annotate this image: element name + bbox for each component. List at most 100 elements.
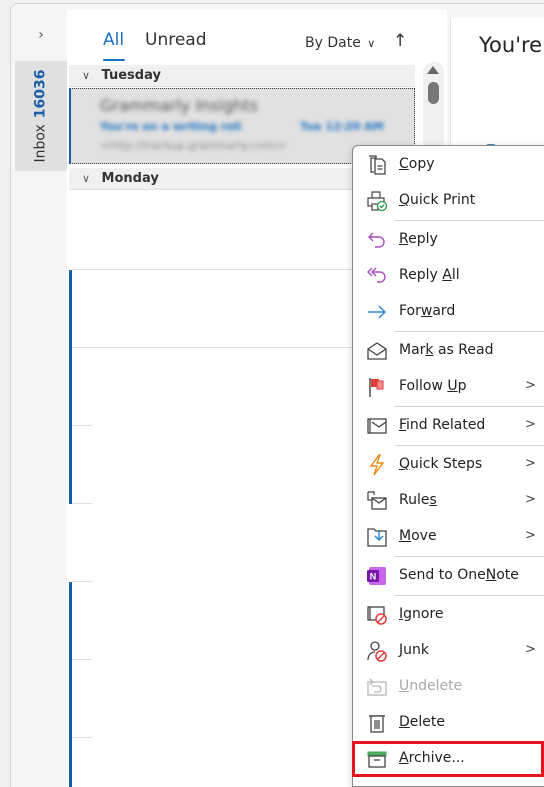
menu-item-send-to-onenote[interactable]: N Send to OneNote xyxy=(353,558,544,592)
flag-icon xyxy=(366,376,388,398)
row-divider xyxy=(72,347,359,348)
list-item[interactable] xyxy=(69,503,359,582)
list-item[interactable] xyxy=(69,581,359,660)
list-item[interactable] xyxy=(69,347,359,426)
scrollbar-thumb[interactable] xyxy=(428,82,439,104)
menu-separator xyxy=(395,595,544,596)
outlook-window: › Inbox 16036 All Unread By Date ∨ ↑ ∨ Tu… xyxy=(0,0,544,787)
menu-item-follow-up[interactable]: Follow Up > xyxy=(353,369,544,403)
menu-separator xyxy=(395,220,544,221)
menu-item-reply[interactable]: Reply xyxy=(353,222,544,256)
menu-item-label: Follow Up xyxy=(399,378,467,394)
menu-item-undelete: Undelete xyxy=(353,669,544,703)
submenu-chevron-icon: > xyxy=(525,417,536,432)
undelete-icon xyxy=(366,676,388,698)
chevron-down-icon: ∨ xyxy=(367,37,376,50)
menu-item-label: Reply All xyxy=(399,267,460,283)
group-header-tuesday[interactable]: ∨ Tuesday xyxy=(69,65,415,87)
expand-folder-pane-button[interactable]: › xyxy=(30,26,52,44)
menu-separator xyxy=(395,406,544,407)
list-item[interactable] xyxy=(69,659,359,738)
menu-item-archive[interactable]: Archive... xyxy=(353,741,544,775)
menu-item-reply-all[interactable]: Reply All xyxy=(353,258,544,292)
sort-direction-button[interactable]: ↑ xyxy=(393,31,407,51)
ignore-icon xyxy=(366,604,388,626)
sort-by-label: By Date xyxy=(305,35,361,51)
unread-indicator xyxy=(69,426,72,504)
menu-item-label: Mark as Read xyxy=(399,342,494,358)
row-divider xyxy=(72,503,92,504)
menu-separator xyxy=(395,331,544,332)
menu-item-label: Send to OneNote xyxy=(399,567,519,583)
chevron-down-icon: ∨ xyxy=(81,172,91,185)
submenu-chevron-icon: > xyxy=(525,378,536,393)
menu-item-move[interactable]: Move > xyxy=(353,519,544,553)
unread-indicator xyxy=(69,738,72,787)
menu-item-label: Junk xyxy=(399,642,429,658)
menu-item-label: Delete xyxy=(399,714,445,730)
active-tab-indicator xyxy=(103,59,125,61)
menu-item-label: Ignore xyxy=(399,606,444,622)
message-subject: You're on a writing roll xyxy=(100,120,242,133)
delete-icon xyxy=(366,712,388,734)
tab-all[interactable]: All xyxy=(103,30,124,50)
submenu-chevron-icon: > xyxy=(525,642,536,657)
message-preview: <http://trackup.grammarly.com/> xyxy=(100,139,287,152)
list-item[interactable] xyxy=(69,425,359,504)
menu-item-rules[interactable]: Rules > xyxy=(353,483,544,517)
list-item[interactable] xyxy=(69,737,359,787)
message-sender: Grammarly Insights xyxy=(100,96,258,115)
unread-indicator xyxy=(69,582,72,660)
menu-item-ignore[interactable]: Ignore xyxy=(353,597,544,631)
find-related-icon xyxy=(366,415,388,437)
menu-item-find-related[interactable]: Find Related > xyxy=(353,408,544,442)
menu-separator xyxy=(395,445,544,446)
menu-item-quick-print[interactable]: Quick Print xyxy=(353,183,544,217)
junk-icon xyxy=(366,640,388,662)
copy-icon xyxy=(366,154,388,176)
inbox-label: Inbox xyxy=(33,124,49,163)
menu-item-forward[interactable]: Forward xyxy=(353,294,544,328)
reply-icon xyxy=(366,229,388,251)
menu-item-label: Move xyxy=(399,528,437,544)
inbox-folder[interactable]: Inbox 16036 xyxy=(15,61,67,171)
reply-all-icon xyxy=(366,265,388,287)
submenu-chevron-icon: > xyxy=(525,456,536,471)
reading-pane-subject: You're xyxy=(479,33,543,57)
lightning-icon xyxy=(366,454,388,476)
archive-icon xyxy=(366,748,388,770)
mark-as-read-icon xyxy=(366,340,388,362)
submenu-chevron-icon: > xyxy=(525,492,536,507)
row-divider xyxy=(72,269,359,270)
scroll-up-arrow-icon[interactable] xyxy=(427,66,439,74)
menu-item-label: Reply xyxy=(399,231,438,247)
quick-print-icon xyxy=(366,190,388,212)
menu-item-label: Archive... xyxy=(399,750,465,766)
unread-indicator xyxy=(69,88,71,164)
menu-item-quick-steps[interactable]: Quick Steps > xyxy=(353,447,544,481)
menu-item-label: Forward xyxy=(399,303,456,319)
row-divider xyxy=(72,737,92,738)
forward-icon xyxy=(366,301,388,323)
list-item[interactable] xyxy=(69,269,359,348)
menu-item-label: Quick Steps xyxy=(399,456,483,472)
sort-by-dropdown[interactable]: By Date ∨ xyxy=(305,35,375,51)
unread-indicator xyxy=(69,270,72,348)
tab-unread[interactable]: Unread xyxy=(145,30,207,50)
menu-item-mark-as-read[interactable]: Mark as Read xyxy=(353,333,544,367)
menu-separator xyxy=(395,556,544,557)
submenu-chevron-icon: > xyxy=(525,528,536,543)
arrow-up-icon: ↑ xyxy=(393,31,408,51)
menu-item-label: Rules xyxy=(399,492,437,508)
list-item[interactable] xyxy=(69,191,359,269)
menu-item-junk[interactable]: Junk > xyxy=(353,633,544,667)
unread-indicator xyxy=(69,660,72,738)
menu-item-delete[interactable]: Delete xyxy=(353,705,544,739)
group-label: Monday xyxy=(101,171,159,186)
menu-item-copy[interactable]: Copy xyxy=(353,147,544,181)
rules-icon xyxy=(366,490,388,512)
message-time: Tue 12:20 AM xyxy=(300,120,384,133)
move-icon xyxy=(366,526,388,548)
group-label: Tuesday xyxy=(101,68,161,83)
unread-indicator xyxy=(69,348,72,426)
